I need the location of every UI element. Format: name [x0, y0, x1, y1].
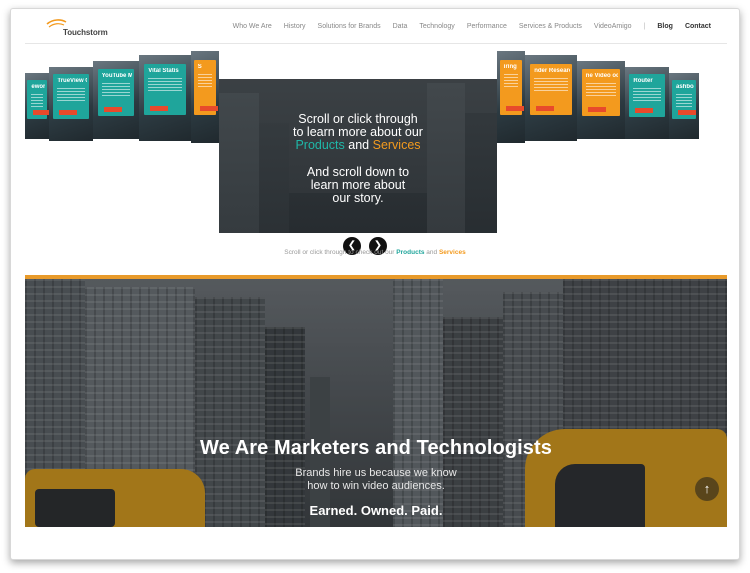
carousel-card[interactable]: nder Research	[525, 55, 577, 141]
card-text-lines	[148, 77, 182, 92]
scroll-to-top-button[interactable]: ↑	[695, 477, 719, 501]
main-slide-products-services: Products and Services	[219, 139, 497, 152]
hero-tagline: Earned. Owned. Paid.	[309, 503, 443, 518]
card-panel: S	[193, 60, 218, 116]
card-title: Router	[633, 78, 653, 85]
card-cta-button[interactable]	[587, 106, 606, 112]
card-title: Vital Statis	[148, 67, 179, 74]
card-panel: Vital Statis	[144, 63, 186, 116]
card-title: ashboard	[676, 83, 694, 90]
hero-title: We Are Marketers and Technologists	[199, 437, 552, 459]
nav-link-technology[interactable]: Technology	[419, 23, 454, 30]
card-text-lines	[101, 82, 131, 97]
main-slide-outro: And scroll down to learn more about our …	[219, 166, 497, 205]
main-nav: Who We Are History Solutions for Brands Dat…	[221, 23, 711, 30]
header-divider	[25, 43, 727, 44]
hero-subtitle: Brands hire us because we know how to wi…	[25, 467, 727, 493]
caption-services-link[interactable]: Services	[439, 249, 466, 256]
card-text-lines	[503, 74, 519, 89]
carousel-card[interactable]: YouTube Mus	[93, 61, 139, 139]
card-title: eword Op	[31, 83, 44, 90]
card-panel: eword Op	[27, 79, 49, 120]
carousel-card[interactable]: iring	[497, 51, 525, 143]
card-cta-button[interactable]	[199, 106, 218, 112]
card-panel: ne Video oduction	[581, 68, 621, 116]
carousel-card[interactable]: Router	[625, 67, 669, 139]
card-panel: iring	[499, 60, 524, 116]
card-title: S	[197, 64, 202, 71]
card-panel: TrueView Ca	[53, 74, 89, 119]
carousel-card[interactable]: ashboard	[669, 73, 699, 139]
products-link-text[interactable]: Products	[295, 138, 344, 152]
card-cta-button[interactable]	[536, 106, 555, 112]
card-panel: nder Research	[530, 63, 572, 116]
caption-and: and	[426, 249, 438, 256]
arrow-up-icon: ↑	[703, 481, 711, 496]
browser-page: Touchstorm Who We Are History Solutions fo…	[10, 8, 740, 560]
card-text-lines	[633, 88, 661, 103]
carousel-card[interactable]: ne Video oduction	[577, 61, 625, 139]
nav-link-services-products[interactable]: Services & Products	[519, 23, 582, 30]
hero-subtitle-line: how to win video audiences.	[307, 480, 445, 492]
carousel-caption: Scroll or click through to check out our…	[11, 249, 739, 256]
nav-link-data[interactable]: Data	[393, 23, 408, 30]
caption-text: Scroll or click through to check out our	[284, 249, 395, 256]
site-header: Touchstorm Who We Are History Solutions fo…	[11, 9, 739, 45]
hero-section: We Are Marketers and Technologists Brand…	[25, 279, 727, 527]
card-panel: ashboard	[672, 79, 696, 120]
nav-link-performance[interactable]: Performance	[467, 23, 507, 30]
carousel-card[interactable]: eword Op	[25, 73, 49, 139]
carousel-card[interactable]: Vital Statis	[139, 55, 191, 141]
nav-separator: |	[643, 23, 646, 30]
carousel-card[interactable]: S	[191, 51, 219, 143]
caption-products-link[interactable]: Products	[396, 249, 424, 256]
main-slide-line: our story.	[332, 191, 384, 205]
card-cta-button[interactable]	[678, 110, 696, 116]
card-cta-button[interactable]	[635, 108, 654, 114]
card-cta-button[interactable]	[59, 109, 78, 115]
nav-link-solutions-for-brands[interactable]: Solutions for Brands	[318, 23, 381, 30]
products-carousel[interactable]: eword Op TrueView Ca YouTube Mus Vital Stat…	[11, 51, 739, 269]
card-cta-button[interactable]	[33, 110, 49, 116]
card-title: nder Research	[534, 67, 570, 74]
nav-link-blog[interactable]: Blog	[657, 23, 673, 30]
nav-link-videoamigo[interactable]: VideoAmigo	[594, 23, 632, 30]
card-panel: Router	[629, 74, 665, 118]
card-text-lines	[585, 82, 617, 97]
main-slide-intro: Scroll or click through to learn more ab…	[219, 113, 497, 152]
hero-subtitle-line: Brands hire us because we know	[295, 467, 457, 479]
card-title: YouTube Mus	[101, 72, 133, 79]
carousel-main-slide[interactable]: Scroll or click through to learn more ab…	[219, 79, 497, 233]
card-text-lines	[534, 77, 568, 92]
card-panel: YouTube Mus	[97, 68, 135, 116]
nav-link-contact[interactable]: Contact	[685, 23, 711, 30]
and-text: and	[348, 138, 370, 152]
card-title: iring	[503, 64, 517, 71]
logo-text: Touchstorm	[63, 28, 108, 37]
card-cta-button[interactable]	[150, 106, 169, 112]
carousel-card[interactable]: TrueView Ca	[49, 67, 93, 141]
touchstorm-logo[interactable]: Touchstorm	[45, 18, 115, 40]
card-cta-button[interactable]	[103, 106, 122, 112]
card-title: ne Video oduction	[585, 72, 618, 79]
card-text-lines	[676, 93, 692, 108]
services-link-text[interactable]: Services	[373, 138, 421, 152]
card-title: TrueView Ca	[57, 78, 86, 85]
card-cta-button[interactable]	[505, 106, 524, 112]
card-text-lines	[197, 74, 213, 89]
nav-link-who-we-are[interactable]: Who We Are	[233, 23, 272, 30]
card-text-lines	[57, 88, 85, 103]
nav-link-history[interactable]: History	[284, 23, 306, 30]
card-text-lines	[31, 93, 43, 108]
